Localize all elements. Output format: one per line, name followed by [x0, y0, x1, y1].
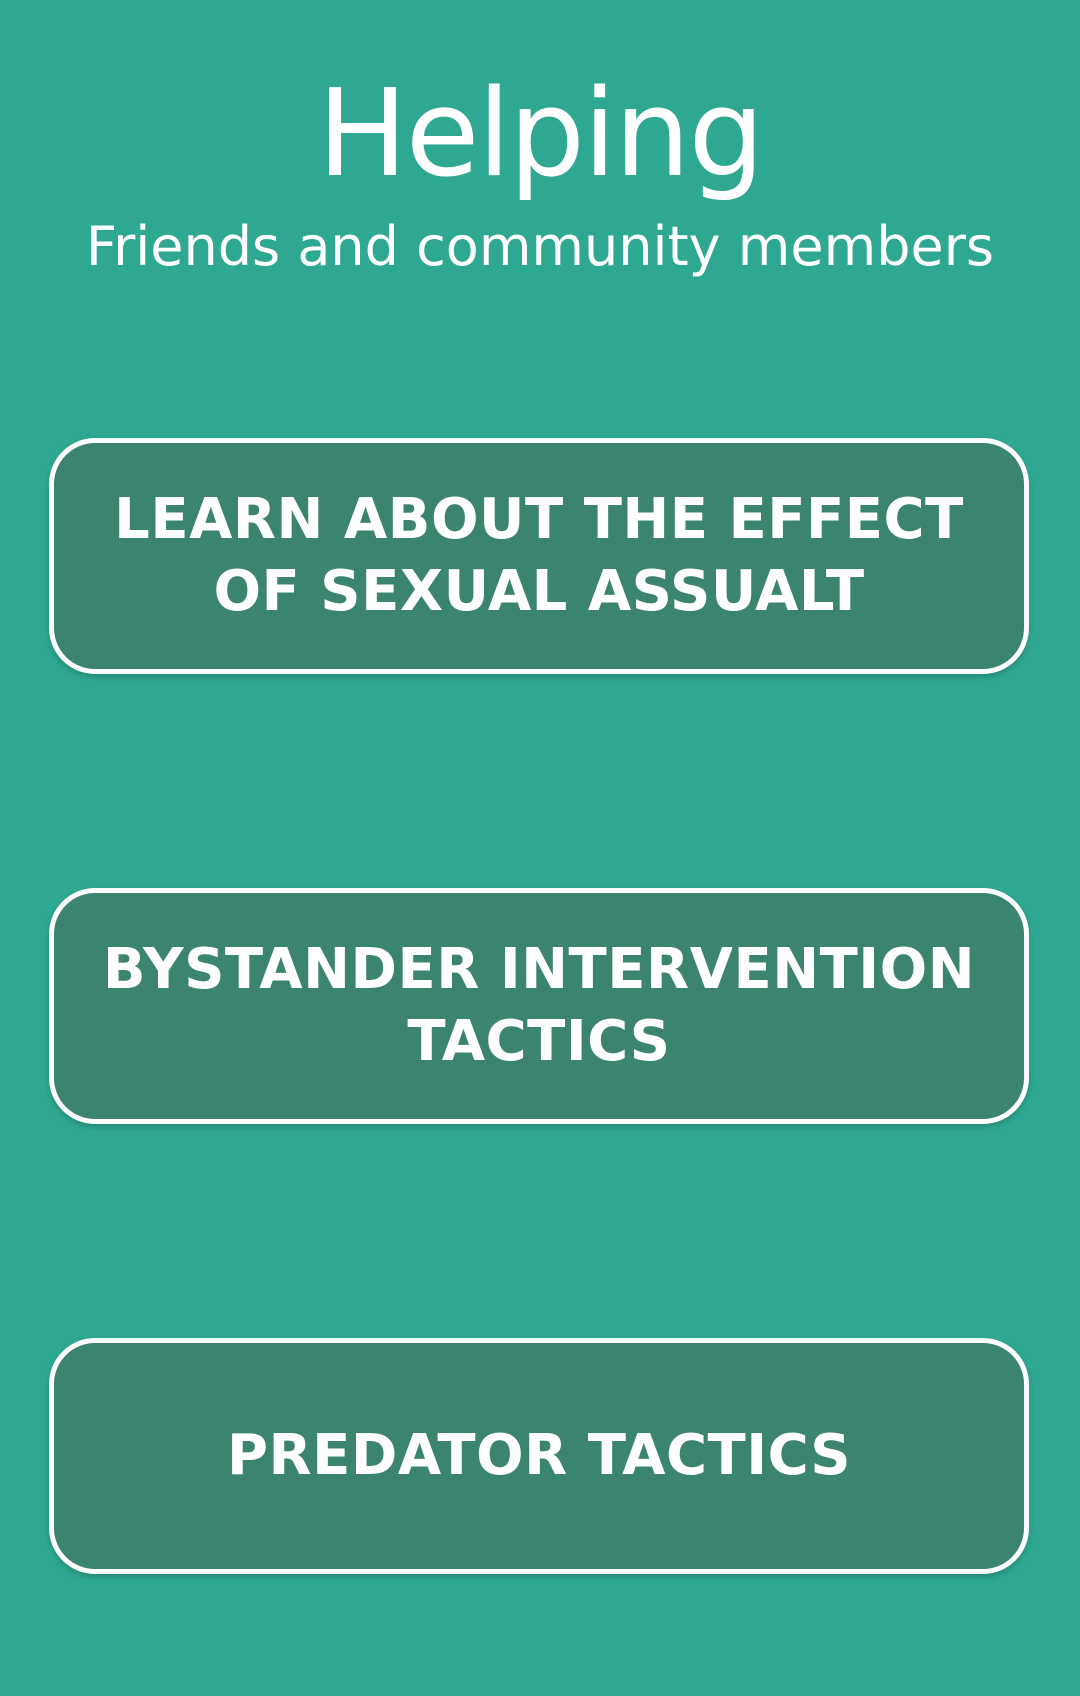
predator-tactics-button-label: PREDATOR TACTICS — [226, 1423, 852, 1488]
learn-effect-button-label: LEARN ABOUT THE EFFECT OF SEXUAL ASSUALT — [114, 487, 964, 624]
page-subtitle: Friends and community members — [85, 215, 995, 278]
predator-tactics-button[interactable]: PREDATOR TACTICS — [49, 1338, 1029, 1574]
bystander-intervention-button[interactable]: BYSTANDER INTERVENTION TACTICS — [49, 888, 1029, 1124]
bystander-intervention-button-label: BYSTANDER INTERVENTION TACTICS — [102, 937, 976, 1074]
page-title: Helping — [317, 65, 764, 204]
learn-effect-button[interactable]: LEARN ABOUT THE EFFECT OF SEXUAL ASSUALT — [49, 438, 1029, 674]
